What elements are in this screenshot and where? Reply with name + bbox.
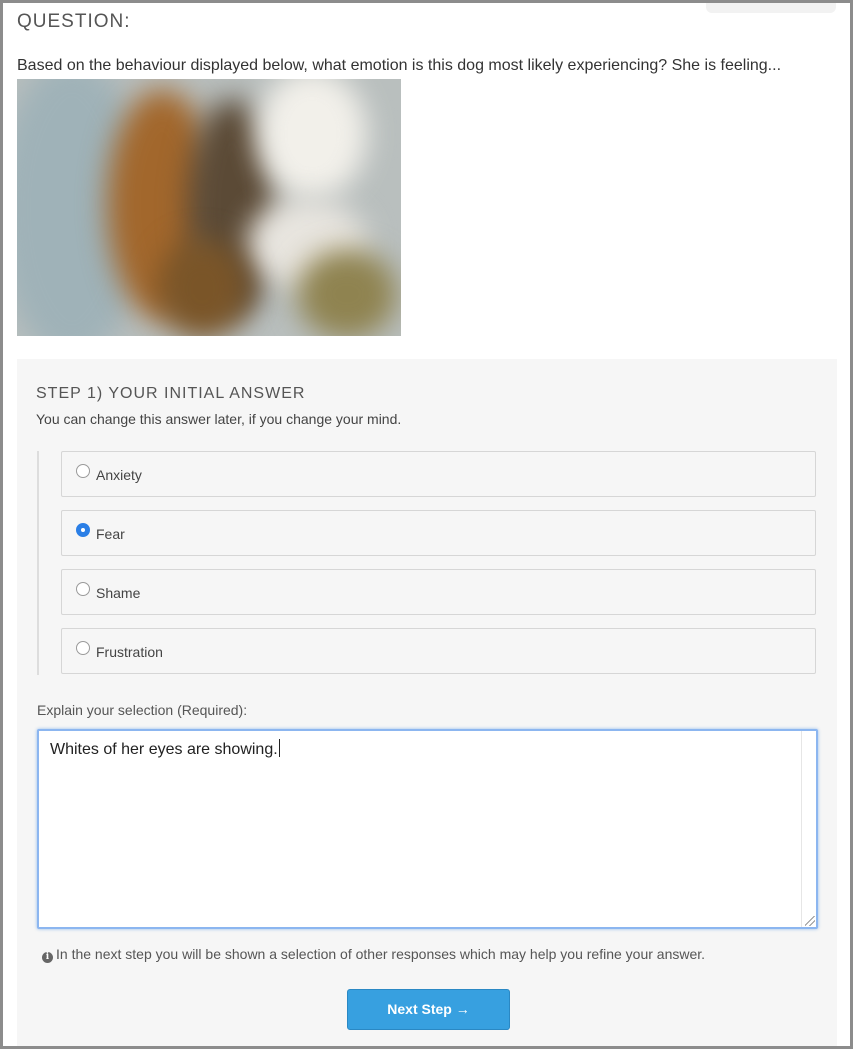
option-anxiety[interactable]: Anxiety [61,451,816,497]
step-title: STEP 1) YOUR INITIAL ANSWER [36,385,306,402]
option-shame[interactable]: Shame [61,569,816,615]
radio-button[interactable] [76,464,90,478]
question-text: Based on the behaviour displayed below, … [17,57,782,74]
answer-options: Anxiety Fear Shame Frustration [37,451,819,675]
option-label: Fear [96,526,125,542]
option-label: Frustration [96,644,163,660]
quiz-frame: QUESTION: Based on the behaviour display… [0,0,853,1049]
explanation-textarea[interactable]: Whites of her eyes are showing. [37,729,818,929]
step-subtitle: You can change this answer later, if you… [36,411,402,427]
explanation-value: Whites of her eyes are showing. [50,741,278,758]
radio-button-selected[interactable] [76,523,90,537]
resize-handle-icon[interactable] [805,916,815,926]
question-heading: QUESTION: [17,11,131,32]
option-label: Anxiety [96,467,142,483]
option-frustration[interactable]: Frustration [61,628,816,674]
radio-button[interactable] [76,641,90,655]
text-caret [278,739,280,757]
explanation-text[interactable]: Whites of her eyes are showing. [50,739,280,759]
info-note-text: In the next step you will be shown a sel… [56,946,706,962]
next-step-button[interactable]: Next Step → [347,989,510,1030]
info-note: i In the next step you will be shown a se… [42,946,705,963]
explain-label: Explain your selection (Required): [37,702,248,718]
top-tab-decoration [706,3,836,13]
radio-button[interactable] [76,582,90,596]
option-fear[interactable]: Fear [61,510,816,556]
textarea-scrollbar[interactable] [801,731,816,927]
answer-panel: STEP 1) YOUR INITIAL ANSWER You can chan… [17,359,837,1046]
dog-photo [17,79,401,336]
info-circle-icon: i [42,952,53,963]
option-label: Shame [96,585,141,601]
